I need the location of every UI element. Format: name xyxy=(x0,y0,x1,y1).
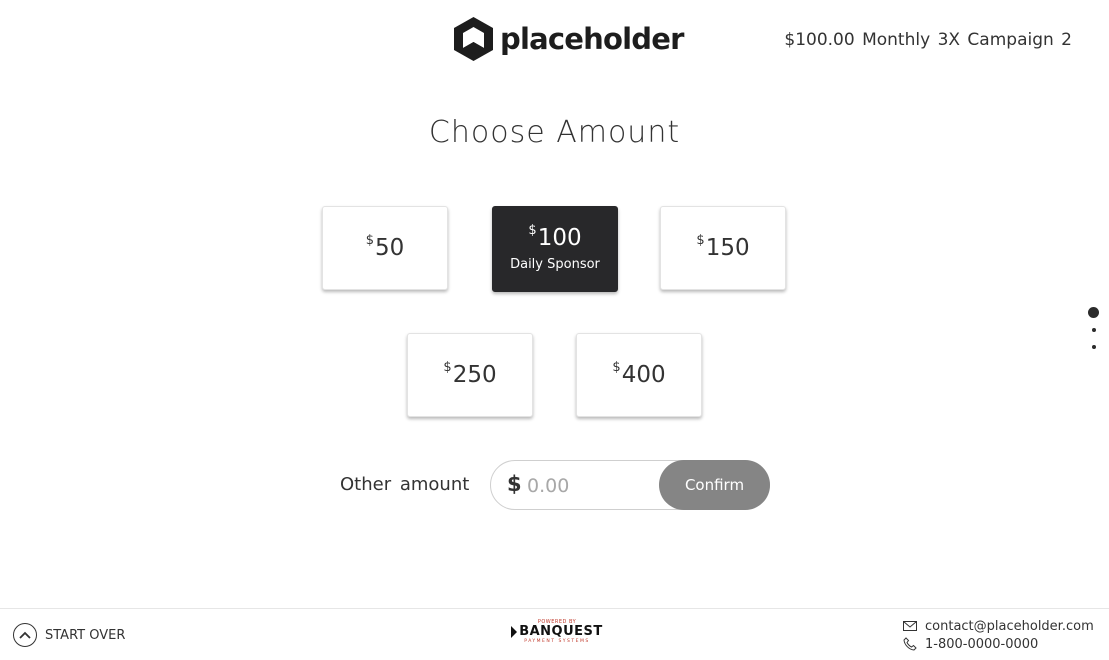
brand-logo: placeholder xyxy=(451,16,684,62)
other-amount-label: Other amount xyxy=(340,474,470,495)
banquest-tagline: PAYMENT SYSTEMS xyxy=(524,639,590,644)
contact-email[interactable]: contact@placeholder.com xyxy=(925,619,1094,634)
page-dot[interactable] xyxy=(1092,345,1096,349)
amount-value: $250 xyxy=(443,359,497,388)
chevron-up-circle-icon xyxy=(13,623,37,647)
other-amount-input[interactable] xyxy=(525,471,649,501)
currency-symbol: $ xyxy=(528,222,537,238)
currency-symbol: $ xyxy=(443,359,452,375)
logo-text: placeholder xyxy=(500,22,684,56)
footer: START OVER POWERED BY BANQUEST PAYMENT S… xyxy=(0,608,1109,660)
start-over-button[interactable]: START OVER xyxy=(13,623,125,647)
currency-symbol: $ xyxy=(612,359,621,375)
amount-value: $50 xyxy=(365,232,405,261)
amount-card-250[interactable]: $250 xyxy=(407,333,533,417)
page-title: Choose Amount xyxy=(428,115,681,150)
amount-sublabel: Daily Sponsor xyxy=(510,256,600,272)
start-over-label: START OVER xyxy=(45,627,126,643)
amount-card-100[interactable]: $100 Daily Sponsor xyxy=(492,206,618,292)
other-amount-field: $ Confirm xyxy=(490,460,770,510)
currency-symbol: $ xyxy=(365,232,374,248)
banquest-logo-icon: BANQUEST xyxy=(507,625,607,638)
phone-icon xyxy=(903,637,917,651)
confirm-button[interactable]: Confirm xyxy=(659,460,770,510)
campaign-title: $100.00 Monthly 3X Campaign 2 xyxy=(784,30,1072,50)
amount-card-400[interactable]: $400 xyxy=(576,333,702,417)
amount-value: $150 xyxy=(696,232,750,261)
contact-phone[interactable]: 1-800-0000-0000 xyxy=(925,637,1038,652)
currency-symbol: $ xyxy=(696,232,705,248)
amount-value: $100 xyxy=(528,222,582,251)
amount-card-150[interactable]: $150 xyxy=(660,206,786,290)
mail-icon xyxy=(903,621,917,631)
page-dot[interactable] xyxy=(1092,328,1096,332)
amount-card-50[interactable]: $50 xyxy=(322,206,448,290)
amount-value: $400 xyxy=(612,359,666,388)
contact-info: contact@placeholder.com 1-800-0000-0000 xyxy=(903,617,1094,653)
page-dot-active[interactable] xyxy=(1088,307,1099,318)
powered-by-banquest: POWERED BY BANQUEST PAYMENT SYSTEMS xyxy=(507,619,607,644)
dollar-sign: $ xyxy=(507,472,522,496)
logo-hexagon-icon xyxy=(454,17,493,61)
